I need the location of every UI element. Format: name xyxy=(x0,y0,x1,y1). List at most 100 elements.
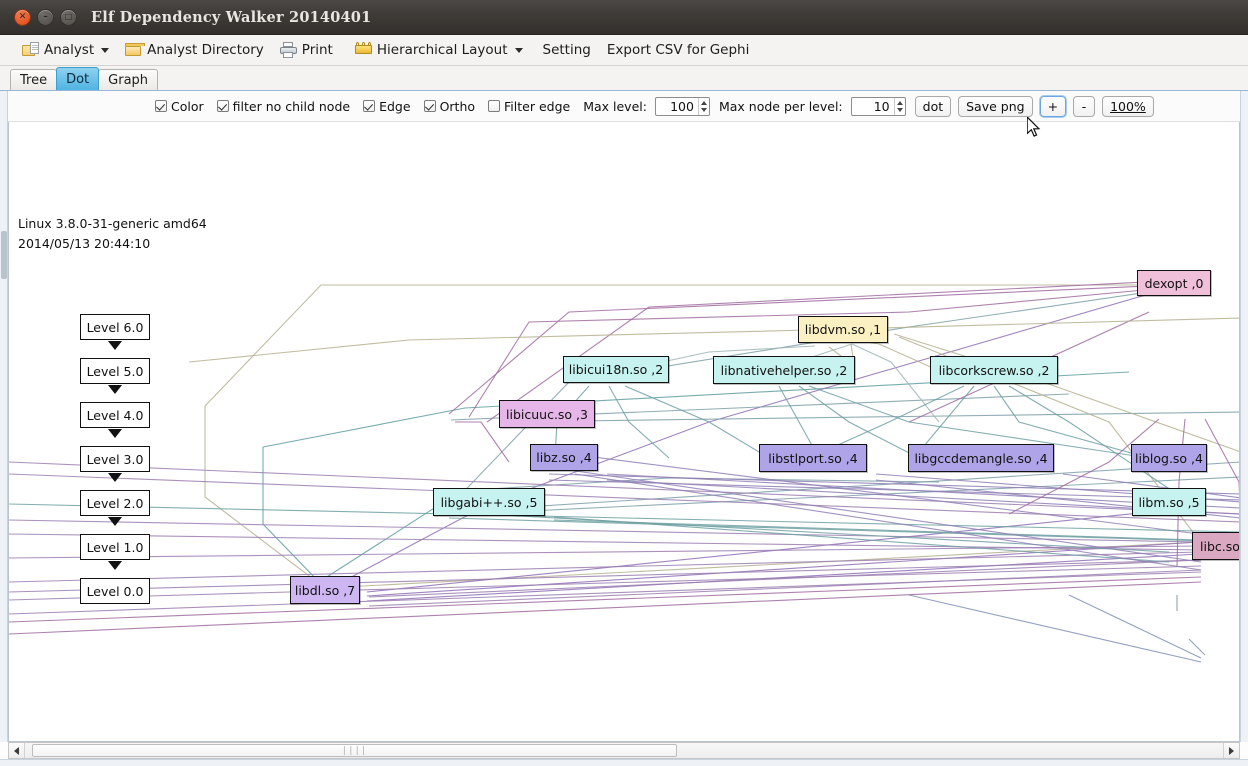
zoom-in-button-label: + xyxy=(1048,99,1058,114)
graph-edges xyxy=(9,122,1240,742)
tab-graph-label: Graph xyxy=(108,73,148,88)
maximize-icon: □ xyxy=(61,10,76,25)
max-level-spinner-arrows[interactable] xyxy=(698,98,709,115)
save-png-button-label: Save png xyxy=(966,99,1024,114)
graph-node[interactable]: libcorkscrew.so ,2 xyxy=(930,356,1058,384)
checkbox-color[interactable]: Color xyxy=(155,99,204,114)
dot-button[interactable]: dot xyxy=(915,96,951,117)
level-arrow-4-3 xyxy=(108,429,122,438)
level-box-4-label: Level 4.0 xyxy=(87,408,144,423)
checkbox-edge[interactable]: Edge xyxy=(363,99,410,114)
level-arrow-3-2 xyxy=(108,473,122,482)
max-node-spinner-arrows[interactable] xyxy=(894,98,905,115)
zoom-level-button[interactable]: 100% xyxy=(1102,96,1154,117)
toolbar-item-hierarchical-layout-label: Hierarchical Layout xyxy=(377,42,508,58)
graph-node[interactable]: libgabi++.so ,5 xyxy=(433,488,545,516)
toolbar-item-analyst[interactable]: Analyst xyxy=(14,38,117,62)
tab-strip: Tree Dot Graph xyxy=(0,66,1248,91)
graph-node[interactable]: libdvm.so ,1 xyxy=(798,316,888,343)
max-level-input[interactable] xyxy=(656,99,698,114)
crown-icon xyxy=(355,42,372,58)
graph-node[interactable]: libm.so ,5 xyxy=(1132,488,1206,516)
tab-graph[interactable]: Graph xyxy=(98,69,158,90)
graph-node-label: libz.so ,4 xyxy=(536,450,591,465)
toolbar-item-analyst-directory[interactable]: Analyst Directory xyxy=(117,38,272,62)
minimize-window-button[interactable]: – xyxy=(37,9,54,26)
tab-tree[interactable]: Tree xyxy=(10,69,57,90)
printer-icon xyxy=(280,42,297,58)
checkbox-filter-edge[interactable]: Filter edge xyxy=(488,99,570,114)
close-window-button[interactable]: ✕ xyxy=(14,9,31,26)
toolbar-item-print-label: Print xyxy=(302,42,333,58)
checkbox-ortho[interactable]: Ortho xyxy=(424,99,475,114)
graph-node[interactable]: libicui18n.so ,2 xyxy=(563,356,669,383)
graph-node[interactable]: libz.so ,4 xyxy=(530,444,598,471)
save-png-button[interactable]: Save png xyxy=(958,96,1032,117)
graph-node[interactable]: libicuuc.so ,3 xyxy=(499,400,595,428)
max-level-label: Max level: xyxy=(583,99,647,114)
minimize-icon: – xyxy=(38,10,53,25)
vertical-scrollbar-left[interactable] xyxy=(0,91,8,742)
level-box-3-label: Level 3.0 xyxy=(87,452,144,467)
maximize-window-button[interactable]: □ xyxy=(60,9,77,26)
graph-node[interactable]: liblog.so ,4 xyxy=(1131,444,1207,472)
toolbar-item-setting[interactable]: Setting xyxy=(535,38,599,62)
horizontal-scrollbar-thumb[interactable]: |||| xyxy=(32,744,677,757)
checkbox-filter-no-child-node[interactable]: filter no child node xyxy=(217,99,350,114)
max-node-label: Max node per level: xyxy=(719,99,843,114)
graph-node-label: libgccdemangle.so ,4 xyxy=(914,451,1047,466)
dot-button-label: dot xyxy=(923,99,943,114)
checkbox-filter-no-child-node-box[interactable] xyxy=(217,100,229,112)
graph-node[interactable]: libgccdemangle.so ,4 xyxy=(908,444,1054,472)
close-icon: ✕ xyxy=(15,10,30,25)
tab-dot-label: Dot xyxy=(66,72,89,87)
level-box-0-label: Level 0.0 xyxy=(87,584,144,599)
checkbox-ortho-label: Ortho xyxy=(440,99,475,114)
toolbar-item-analyst-label: Analyst xyxy=(44,42,94,58)
zoom-level-label: 100% xyxy=(1110,99,1146,114)
chevron-down-icon xyxy=(515,48,523,53)
checkbox-filter-edge-box[interactable] xyxy=(488,100,500,112)
checkbox-edge-label: Edge xyxy=(379,99,410,114)
level-arrow-6-5 xyxy=(108,341,122,350)
scroll-right-arrow-icon[interactable] xyxy=(1223,743,1239,758)
graph-node[interactable]: dexopt ,0 xyxy=(1137,270,1211,296)
level-box-1: Level 1.0 xyxy=(80,534,150,560)
graph-node-label: libdvm.so ,1 xyxy=(805,322,881,337)
toolbar-item-export-csv-label: Export CSV for Gephi xyxy=(607,42,750,58)
tab-dot[interactable]: Dot xyxy=(56,67,99,90)
checkbox-color-box[interactable] xyxy=(155,100,167,112)
level-box-5: Level 5.0 xyxy=(80,358,150,384)
scroll-left-arrow-icon[interactable] xyxy=(9,743,25,758)
checkbox-ortho-box[interactable] xyxy=(424,100,436,112)
zoom-out-button-label: - xyxy=(1082,99,1087,114)
toolbar-item-export-csv[interactable]: Export CSV for Gephi xyxy=(599,38,758,62)
graph-node[interactable]: libdl.so ,7 xyxy=(290,576,360,604)
max-node-stepper[interactable] xyxy=(851,97,906,116)
checkbox-edge-box[interactable] xyxy=(363,100,375,112)
graph-canvas[interactable]: Linux 3.8.0-31-generic amd64 2014/05/13 … xyxy=(8,122,1240,742)
level-box-6: Level 6.0 xyxy=(80,314,150,340)
horizontal-scrollbar[interactable]: |||| xyxy=(8,742,1240,759)
graph-node[interactable]: libstlport.so ,4 xyxy=(759,444,867,472)
vertical-scrollbar-left-thumb[interactable] xyxy=(1,231,7,279)
toolbar-item-print[interactable]: Print xyxy=(272,38,341,62)
graph-node-label: libnativehelper.so ,2 xyxy=(721,363,848,378)
graph-node[interactable]: libnativehelper.so ,2 xyxy=(713,356,855,384)
window-title: Elf Dependency Walker 20140401 xyxy=(91,9,371,26)
toolbar-item-hierarchical-layout[interactable]: Hierarchical Layout xyxy=(347,38,531,62)
status-line xyxy=(0,759,1248,766)
tab-tree-label: Tree xyxy=(20,73,47,88)
graph-node-label: libcorkscrew.so ,2 xyxy=(939,363,1050,378)
level-box-3: Level 3.0 xyxy=(80,446,150,472)
checkbox-filter-edge-label: Filter edge xyxy=(504,99,570,114)
graph-node[interactable]: libc.so xyxy=(1192,532,1240,560)
graph-node-label: libc.so xyxy=(1200,539,1240,554)
level-box-6-label: Level 6.0 xyxy=(87,320,144,335)
max-level-stepper[interactable] xyxy=(655,97,710,116)
zoom-in-button[interactable]: + xyxy=(1040,96,1066,117)
max-node-input[interactable] xyxy=(852,99,894,114)
title-bar: ✕ – □ Elf Dependency Walker 20140401 xyxy=(0,0,1248,35)
zoom-out-button[interactable]: - xyxy=(1073,96,1095,117)
vertical-scrollbar-right[interactable] xyxy=(1240,91,1248,742)
